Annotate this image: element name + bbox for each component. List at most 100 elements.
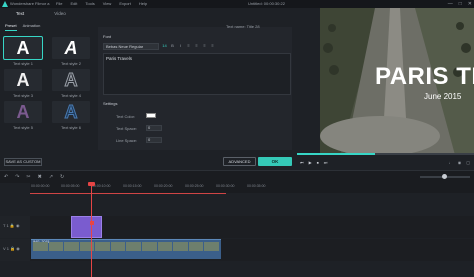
font-section-title[interactable]: Font bbox=[103, 34, 111, 39]
zoom-slider-knob[interactable] bbox=[442, 174, 447, 179]
track-header-video: V 1 🔒 ◉ bbox=[0, 239, 30, 261]
playhead-line[interactable] bbox=[91, 183, 92, 277]
menu-help[interactable]: Help bbox=[139, 0, 147, 8]
settings-section-title[interactable]: Settings bbox=[103, 101, 117, 106]
player-controls: ⏮ ▶ ⏹ ⏭ bbox=[300, 160, 327, 165]
ruler-tick: 00:00:35:00 bbox=[247, 184, 266, 188]
style-glyph: A bbox=[16, 70, 30, 90]
app-logo-icon bbox=[2, 1, 8, 7]
text-style-tile[interactable]: A bbox=[52, 69, 90, 91]
close-icon[interactable]: ✕ bbox=[468, 0, 472, 8]
advanced-button[interactable]: ADVANCED bbox=[223, 157, 256, 166]
ruler-tick: 00:00:25:00 bbox=[185, 184, 204, 188]
menu-bar: File Edit Tools View Export Help bbox=[56, 0, 147, 8]
lock-icon[interactable]: 🔒 bbox=[10, 223, 15, 228]
style-glyph: A bbox=[16, 38, 30, 58]
lock-icon[interactable]: 🔒 bbox=[10, 246, 15, 251]
redo-icon[interactable]: ↷ bbox=[15, 174, 19, 180]
ruler-tick: 00:00:00:00 bbox=[31, 184, 50, 188]
panel-tabs: Text Video bbox=[0, 8, 98, 20]
timeline-ruler[interactable]: 00:00:00:00 00:00:05:00 00:00:10:00 00:0… bbox=[30, 183, 474, 193]
forward-icon[interactable]: ⏭ bbox=[324, 160, 328, 165]
video-editor-window: Wondershare Filmor​ a File Edit Tools Vi… bbox=[0, 0, 474, 277]
crop-icon[interactable]: ↗ bbox=[49, 174, 53, 180]
rewind-icon[interactable]: ⏮ bbox=[300, 160, 304, 165]
preview-subtitle-text[interactable]: June 2015 bbox=[424, 92, 461, 101]
ruler-tick: 00:00:05:00 bbox=[61, 184, 80, 188]
playback-progress[interactable] bbox=[297, 153, 474, 155]
style-glyph: A bbox=[16, 102, 30, 122]
ruler-tick: 00:00:20:00 bbox=[154, 184, 173, 188]
stop-icon[interactable]: ⏹ bbox=[317, 160, 319, 165]
text-style-label: Text style 1 bbox=[12, 61, 33, 66]
timeline-zoom-slider[interactable] bbox=[420, 174, 470, 179]
text-content-input[interactable]: Paris Travels bbox=[103, 53, 291, 95]
menu-tools[interactable]: Tools bbox=[85, 0, 94, 8]
track-header-title: T 1 🔒 ◉ bbox=[0, 216, 30, 238]
style-glyph: A bbox=[64, 38, 78, 58]
subtabs: Preset Animation bbox=[0, 21, 98, 31]
subtab-preset[interactable]: Preset bbox=[5, 21, 17, 31]
rotate-icon[interactable]: ↻ bbox=[60, 174, 64, 180]
ruler-tick: 00:00:15:00 bbox=[123, 184, 142, 188]
text-style-tile[interactable]: A bbox=[4, 69, 42, 91]
text-color-label: Text Color: bbox=[116, 114, 136, 119]
bold-icon[interactable]: B bbox=[170, 43, 175, 48]
text-style-label: Text style 2 bbox=[60, 61, 81, 66]
subtab-animation[interactable]: Animation bbox=[23, 21, 41, 31]
text-style-label: Text style 6 bbox=[60, 125, 81, 130]
window-controls: — □ ✕ bbox=[448, 0, 472, 8]
align-center-icon[interactable]: ≡ bbox=[194, 43, 199, 48]
title-clip[interactable] bbox=[71, 216, 102, 238]
timeline-toolbar: ↶ ↷ ✂ ✖ ↗ ↻ bbox=[0, 170, 474, 183]
work-area-bar bbox=[30, 193, 226, 194]
cut-icon[interactable]: ✂ bbox=[26, 174, 30, 180]
fullscreen-icon[interactable]: ▢ bbox=[466, 160, 470, 165]
text-name-label: Text name: Title 28 bbox=[226, 24, 260, 29]
tab-text[interactable]: Text bbox=[0, 8, 40, 20]
play-icon[interactable]: ▶ bbox=[309, 160, 312, 165]
style-glyph: A bbox=[64, 70, 78, 91]
video-clip[interactable]: IMG_2015 bbox=[31, 239, 221, 259]
playback-progress-fill bbox=[297, 153, 375, 155]
video-track-label: V 1 bbox=[3, 246, 10, 251]
eye-icon[interactable]: ◉ bbox=[16, 223, 20, 228]
snapshot-icon[interactable]: ◉ bbox=[458, 160, 462, 165]
italic-icon[interactable]: I bbox=[178, 43, 183, 48]
menu-export[interactable]: Export bbox=[119, 0, 131, 8]
text-space-input[interactable]: 0 bbox=[146, 125, 162, 131]
preview-viewer: PARIS TRAV June 2015 bbox=[320, 8, 474, 155]
align-justify-icon[interactable]: ≡ bbox=[210, 43, 215, 48]
text-style-label: Text style 3 bbox=[12, 93, 33, 98]
line-space-label: Line Space: bbox=[116, 138, 138, 143]
text-space-label: Text Space: bbox=[116, 126, 137, 131]
save-as-custom-button[interactable]: SAVE AS CUSTOM bbox=[4, 158, 42, 166]
text-style-tile[interactable]: A bbox=[52, 101, 90, 123]
ruler-tick: 00:00:30:00 bbox=[216, 184, 235, 188]
align-right-icon[interactable]: ≡ bbox=[202, 43, 207, 48]
undo-icon[interactable]: ↶ bbox=[4, 174, 8, 180]
ok-button[interactable]: OK bbox=[258, 157, 292, 166]
title-track-label: T 1 bbox=[3, 223, 9, 228]
menu-edit[interactable]: Edit bbox=[70, 0, 77, 8]
menu-file[interactable]: File bbox=[56, 0, 62, 8]
font-size-value[interactable]: 14 bbox=[162, 43, 167, 48]
style-glyph: A bbox=[64, 102, 78, 123]
preview-title-text[interactable]: PARIS TRAV bbox=[375, 63, 474, 91]
delete-icon[interactable]: ✖ bbox=[38, 174, 42, 180]
line-space-input[interactable]: 0 bbox=[146, 137, 162, 143]
eye-icon[interactable]: ◉ bbox=[16, 246, 20, 251]
text-style-tile[interactable]: A bbox=[52, 37, 90, 59]
text-style-tile[interactable]: A bbox=[4, 101, 42, 123]
text-color-swatch[interactable] bbox=[146, 113, 156, 118]
text-style-tile[interactable]: A bbox=[3, 36, 43, 60]
text-style-label: Text style 4 bbox=[60, 93, 81, 98]
font-family-select[interactable]: Bebas Neue Regular bbox=[103, 43, 159, 50]
maximize-icon[interactable]: □ bbox=[459, 0, 462, 8]
align-left-icon[interactable]: ≡ bbox=[186, 43, 191, 48]
minimize-icon[interactable]: — bbox=[448, 0, 453, 8]
menu-view[interactable]: View bbox=[103, 0, 112, 8]
tab-video[interactable]: Video bbox=[40, 8, 80, 20]
title-bar: Wondershare Filmor​ a File Edit Tools Vi… bbox=[0, 0, 474, 8]
volume-icon[interactable]: ♩ bbox=[449, 160, 453, 165]
